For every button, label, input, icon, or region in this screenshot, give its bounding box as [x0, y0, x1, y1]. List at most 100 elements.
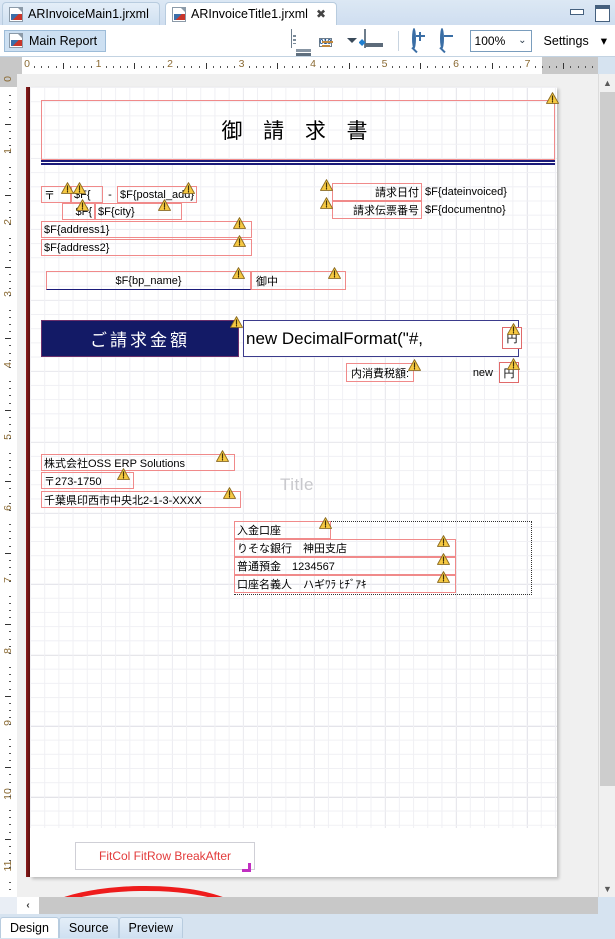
document-no-value-element[interactable]: $F{documentno}: [422, 201, 522, 219]
settings-menu[interactable]: Settings ▾: [544, 33, 607, 49]
dataset-icon[interactable]: [290, 29, 312, 79]
ruler-tick: [9, 438, 11, 440]
ruler-tick: [513, 66, 515, 68]
ruler-tick: [9, 459, 11, 461]
postal-dash-element: -: [103, 186, 117, 203]
tab-preview[interactable]: Preview: [118, 917, 183, 938]
ruler-tick: [220, 66, 222, 68]
tax-expression-element[interactable]: new: [414, 363, 496, 382]
company-address-element[interactable]: 千葉県印西市中央北2-1-3-XXXX: [41, 491, 241, 508]
document-no-label-element[interactable]: 請求伝票番号: [332, 201, 422, 219]
ruler-tick: [9, 138, 11, 140]
ruler-tick: [127, 66, 129, 68]
ruler-tick: [9, 574, 11, 576]
chevron-down-icon: ⌄: [518, 35, 527, 46]
main-report-selector[interactable]: Main Report: [4, 29, 107, 52]
zoom-level-combobox[interactable]: 100% ⌄: [469, 29, 532, 52]
ruler-tick: [9, 602, 11, 604]
footer-element[interactable]: FitCol FitRow BreakAfter: [75, 842, 255, 870]
zoom-in-icon[interactable]: [411, 28, 433, 51]
ruler-tick: [9, 145, 11, 147]
ruler-tick: [9, 116, 11, 118]
bank-holder-element[interactable]: 口座名義人 ハギﾜﾗ ﾋﾁﾞｱｷ: [234, 575, 456, 593]
tax-label-element[interactable]: 内消費税額:: [346, 363, 414, 382]
tab-source[interactable]: Source: [58, 917, 119, 938]
vertical-scroll-thumb[interactable]: [600, 92, 615, 786]
ruler-tick: [420, 63, 422, 69]
ruler-tick: [334, 66, 336, 68]
ruler-tick: [9, 252, 11, 254]
zoom-level-value: 100%: [474, 33, 506, 48]
ruler-tick: [91, 66, 93, 68]
address2-element[interactable]: $F{address2}: [41, 239, 252, 256]
ruler-tick: [5, 338, 11, 340]
horizontal-scrollbar[interactable]: ‹: [0, 897, 598, 914]
maximize-icon[interactable]: [594, 4, 610, 22]
amount-label-text: ご請求金額: [90, 331, 190, 350]
design-canvas[interactable]: Title 御 請 求 書 〒 $F{ - $F{postal_add} $F{…: [17, 74, 598, 897]
invoice-date-value-element[interactable]: $F{dateinvoiced}: [422, 183, 522, 201]
ruler-tick: [9, 717, 11, 719]
editor-tab-arinvoicetitle1[interactable]: ARInvoiceTitle1.jrxml ✖: [165, 2, 337, 25]
company-name-element[interactable]: 株式会社OSS ERP Solutions: [41, 454, 235, 471]
ruler-tick: [298, 66, 300, 68]
ruler-tick: [9, 431, 11, 433]
bp-name-element[interactable]: $F{bp_name}: [46, 271, 251, 290]
ruler-tick: [248, 66, 250, 68]
ruler-tick: [5, 838, 11, 840]
ruler-tick: [463, 66, 465, 68]
report-page[interactable]: Title 御 請 求 書 〒 $F{ - $F{postal_add} $F{…: [30, 87, 559, 877]
bank-title-element[interactable]: 入金口座: [234, 521, 331, 539]
ruler-tick: [212, 66, 214, 68]
ruler-tick: [9, 631, 11, 633]
ruler-tick: [69, 66, 71, 68]
warning-icon: [437, 553, 450, 565]
ruler-tick-label: 9: [2, 719, 14, 726]
resize-handle[interactable]: [242, 863, 251, 872]
bank-account-type-element[interactable]: 普通預金 1234567: [234, 557, 456, 575]
ruler-tick-label: 2: [167, 58, 173, 70]
editor-tab-arinvoicemain1[interactable]: ARInvoiceMain1.jrxml: [2, 2, 160, 25]
ruler-tick: [9, 824, 11, 826]
ruler-tick: [9, 538, 11, 540]
close-icon[interactable]: ✖: [316, 8, 326, 20]
horizontal-scroll-track[interactable]: [39, 897, 598, 914]
amount-expression-element[interactable]: new DecimalFormat("#,: [243, 320, 519, 357]
invoice-date-label-element[interactable]: 請求日付: [332, 183, 422, 201]
ruler-tick: [9, 281, 11, 283]
ruler-tick: [541, 66, 543, 68]
bank-name-element[interactable]: りそな銀行 神田支店: [234, 539, 456, 557]
scroll-down-icon[interactable]: ▼: [599, 880, 615, 897]
ruler-tick: [341, 66, 343, 68]
fields-010-icon[interactable]: 010: [318, 30, 340, 51]
ruler-tick: [134, 63, 136, 69]
warning-icon: [328, 267, 341, 279]
warning-icon: [320, 179, 333, 191]
warning-icon: [232, 267, 245, 279]
ruler-tick: [9, 381, 11, 383]
scroll-up-icon[interactable]: ▲: [599, 74, 615, 91]
ruler-tick: [9, 524, 11, 526]
ruler-tick: [9, 845, 11, 847]
city-text: $F{city}: [98, 205, 135, 218]
address1-element[interactable]: $F{address1}: [41, 221, 252, 238]
ruler-tick: [448, 66, 450, 68]
report-title-element[interactable]: 御 請 求 書: [41, 100, 555, 160]
chevron-down-icon: ▾: [600, 34, 607, 48]
vertical-scrollbar[interactable]: ▲ ▼: [598, 74, 615, 897]
scroll-left-icon[interactable]: ‹: [17, 897, 39, 914]
ruler-tick: [9, 202, 11, 204]
chevron-down-icon[interactable]: [346, 38, 357, 43]
ruler-tick: [9, 130, 11, 132]
toolbar-actions: 010 100% ⌄: [290, 28, 532, 79]
preview-icon[interactable]: [363, 29, 385, 51]
tab-design[interactable]: Design: [0, 917, 59, 938]
ruler-tick: [9, 681, 11, 683]
ruler-tick: [591, 66, 593, 68]
zoom-out-icon[interactable]: [439, 28, 461, 51]
amount-label-element[interactable]: ご請求金額: [41, 320, 239, 357]
ruler-tick: [377, 66, 379, 68]
minimize-icon[interactable]: [569, 4, 584, 18]
ruler-tick: [77, 66, 79, 68]
ruler-tick: [556, 66, 558, 68]
